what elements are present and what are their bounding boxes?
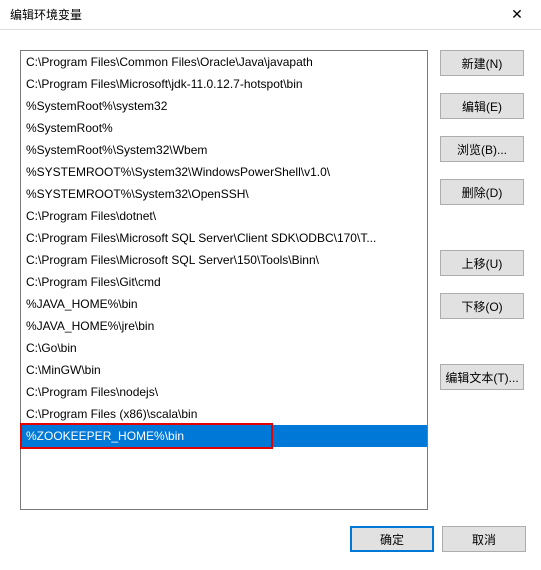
list-item[interactable]: C:\Program Files\Microsoft SQL Server\Cl… [21,227,427,249]
edit-button[interactable]: 编辑(E) [440,93,524,119]
list-item[interactable]: %SYSTEMROOT%\System32\OpenSSH\ [21,183,427,205]
window-title: 编辑环境变量 [10,6,82,23]
delete-button[interactable]: 删除(D) [440,179,524,205]
list-item[interactable]: C:\Program Files\nodejs\ [21,381,427,403]
new-button[interactable]: 新建(N) [440,50,524,76]
titlebar: 编辑环境变量 ✕ [0,0,541,30]
dialog-content: C:\Program Files\Common Files\Oracle\Jav… [0,30,541,570]
list-item[interactable]: %SystemRoot%\system32 [21,95,427,117]
edit-text-button[interactable]: 编辑文本(T)... [440,364,524,390]
close-icon: ✕ [511,6,523,23]
list-item[interactable]: %SystemRoot%\System32\Wbem [21,139,427,161]
list-item[interactable]: %SYSTEMROOT%\System32\WindowsPowerShell\… [21,161,427,183]
list-item[interactable]: C:\Program Files\Git\cmd [21,271,427,293]
list-item[interactable]: C:\MinGW\bin [21,359,427,381]
list-item[interactable]: C:\Program Files\Microsoft\jdk-11.0.12.7… [21,73,427,95]
move-down-button[interactable]: 下移(O) [440,293,524,319]
close-button[interactable]: ✕ [501,3,533,27]
browse-button[interactable]: 浏览(B)... [440,136,524,162]
list-item[interactable]: %JAVA_HOME%\bin [21,293,427,315]
cancel-button[interactable]: 取消 [442,526,526,552]
list-item[interactable]: C:\Go\bin [21,337,427,359]
list-item[interactable]: C:\Program Files\dotnet\ [21,205,427,227]
list-item[interactable]: C:\Program Files (x86)\scala\bin [21,403,427,425]
dialog-buttons: 确定 取消 [350,526,526,552]
list-item[interactable]: C:\Program Files\Microsoft SQL Server\15… [21,249,427,271]
side-button-panel: 新建(N) 编辑(E) 浏览(B)... 删除(D) 上移(U) 下移(O) 编… [440,50,524,510]
list-item[interactable]: %ZOOKEEPER_HOME%\bin [21,425,427,447]
path-listbox[interactable]: C:\Program Files\Common Files\Oracle\Jav… [20,50,428,510]
list-item[interactable]: %JAVA_HOME%\jre\bin [21,315,427,337]
list-item[interactable]: C:\Program Files\Common Files\Oracle\Jav… [21,51,427,73]
move-up-button[interactable]: 上移(U) [440,250,524,276]
list-item[interactable]: %SystemRoot% [21,117,427,139]
ok-button[interactable]: 确定 [350,526,434,552]
